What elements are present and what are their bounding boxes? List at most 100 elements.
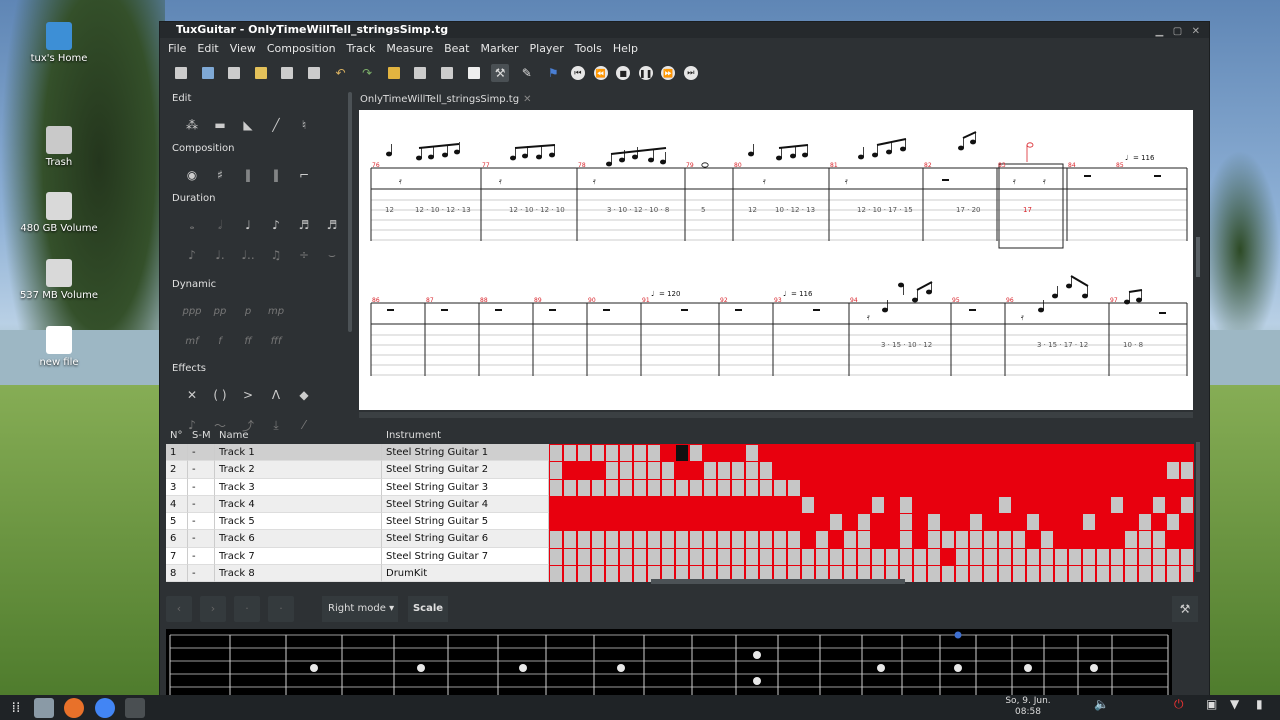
measure-cell[interactable] [1082, 514, 1095, 531]
measure-cell[interactable] [620, 479, 633, 496]
measure-cell[interactable] [942, 462, 954, 478]
track-number[interactable]: 6 [166, 530, 188, 548]
measure-cell[interactable] [1180, 496, 1193, 514]
measure-cell[interactable] [1110, 548, 1123, 566]
measure-cell[interactable] [914, 566, 927, 583]
sixty-fourth-note-icon[interactable]: ♪ [178, 248, 206, 262]
measure-cell[interactable] [578, 479, 591, 496]
measure-cell[interactable] [760, 514, 772, 530]
app-menu-grid-icon[interactable]: ⁞⁞ [6, 698, 26, 718]
measure-cell[interactable] [676, 497, 688, 513]
measure-cell[interactable] [1055, 480, 1067, 496]
measure-cell[interactable] [1027, 462, 1039, 478]
measure-cell[interactable] [956, 548, 969, 566]
whole-note-icon[interactable]: 𝅝 [178, 218, 206, 233]
measure-cell[interactable] [1152, 566, 1165, 583]
measure-cell[interactable] [578, 548, 591, 566]
dynamic-p[interactable]: p [234, 306, 262, 317]
measure-cell[interactable] [928, 566, 941, 583]
measure-cell[interactable] [928, 462, 940, 478]
measure-cell[interactable] [1181, 480, 1193, 496]
chrome-icon[interactable] [95, 698, 115, 718]
measure-cell[interactable] [1041, 497, 1053, 513]
measure-cell[interactable] [774, 514, 786, 530]
measure-cell[interactable] [984, 497, 996, 513]
measure-cell[interactable] [1153, 480, 1165, 496]
track-vertical-scrollbar[interactable] [1196, 442, 1200, 572]
measure-cell[interactable] [956, 462, 968, 478]
measure-cell[interactable] [774, 462, 786, 478]
menu-file[interactable]: File [168, 42, 186, 55]
track-name[interactable]: Track 3 [215, 478, 382, 496]
measure-cell[interactable] [704, 514, 716, 530]
measure-cell[interactable] [1111, 462, 1123, 478]
files-app-icon[interactable] [34, 698, 54, 718]
track-solo-mute[interactable]: - [188, 495, 215, 514]
track-row[interactable]: 4- Track 4 Steel String Guitar 4 [166, 495, 1194, 514]
measure-cell[interactable] [816, 445, 828, 461]
measure-cell[interactable] [634, 462, 647, 479]
score-vertical-scrollbar[interactable] [1196, 237, 1200, 277]
fretboard-next-button[interactable]: › [200, 596, 226, 622]
quarter-note-icon[interactable]: ♩ [234, 218, 262, 232]
measure-cell[interactable] [1110, 566, 1123, 583]
measure-cell[interactable] [606, 497, 618, 513]
track-row[interactable]: 6- Track 6 Steel String Guitar 6 [166, 530, 1194, 548]
measure-cell[interactable] [1013, 514, 1025, 530]
measure-cell[interactable] [802, 514, 814, 530]
measure-cell[interactable] [956, 531, 969, 548]
select-icon[interactable]: ◣ [234, 118, 262, 132]
measure-cell[interactable] [1069, 514, 1081, 530]
dynamic-ppp[interactable]: ppp [178, 306, 206, 317]
measure-grid[interactable] [549, 478, 1194, 496]
measure-cell[interactable] [1040, 531, 1053, 548]
measure-cell[interactable] [1180, 462, 1193, 479]
heavy-accent-icon[interactable]: Λ [262, 388, 290, 402]
measure-cell[interactable] [732, 479, 745, 496]
track-solo-mute[interactable]: - [188, 478, 215, 496]
measure-cell[interactable] [718, 445, 730, 461]
measure-cell[interactable] [620, 566, 633, 583]
measure-cell[interactable] [802, 480, 814, 496]
measure-cell[interactable] [592, 548, 605, 566]
accent-icon[interactable]: > [234, 388, 262, 402]
wifi-icon[interactable]: ▼ [1230, 697, 1239, 711]
track-instrument[interactable]: Steel String Guitar 3 [382, 478, 549, 496]
desktop-icon-new-file[interactable]: new file [14, 326, 104, 368]
dynamic-mf[interactable]: mf [178, 336, 206, 347]
track-row[interactable]: 5- Track 5 Steel String Guitar 5 [166, 513, 1194, 531]
measure-cell[interactable] [970, 445, 982, 461]
measure-cell[interactable] [1097, 497, 1109, 513]
measure-cell[interactable] [1166, 462, 1179, 479]
measure-cell[interactable] [942, 445, 954, 461]
measure-cell[interactable] [1083, 480, 1095, 496]
menu-beat[interactable]: Beat [444, 42, 469, 55]
measure-cell[interactable] [1013, 480, 1025, 496]
save-as-button[interactable] [252, 64, 270, 82]
track-name[interactable]: Track 2 [215, 461, 382, 479]
measure-cell[interactable] [564, 479, 577, 496]
measure-cell[interactable] [914, 548, 927, 566]
measure-cell[interactable] [970, 480, 982, 496]
measure-cell[interactable] [1097, 462, 1109, 478]
track-row[interactable]: 7- Track 7 Steel String Guitar 7 [166, 547, 1194, 566]
measure-cell[interactable] [746, 514, 758, 530]
measure-cell[interactable] [676, 462, 688, 478]
track-instrument[interactable]: Steel String Guitar 7 [382, 547, 549, 566]
natural-icon[interactable]: ♮ [290, 118, 318, 132]
measure-cell[interactable] [1138, 548, 1151, 566]
measure-cell[interactable] [1097, 480, 1109, 496]
measure-cell[interactable] [788, 479, 801, 496]
measure-cell[interactable] [1083, 531, 1095, 547]
track-name[interactable]: Track 5 [215, 513, 382, 531]
measure-cell[interactable] [914, 462, 926, 478]
measure-cell[interactable] [662, 497, 674, 513]
measure-cell[interactable] [690, 479, 703, 496]
track-row[interactable]: 2- Track 2 Steel String Guitar 2 [166, 461, 1194, 479]
measure-grid[interactable] [549, 461, 1194, 479]
measure-cell[interactable] [1167, 531, 1179, 547]
track-name[interactable]: Track 1 [215, 444, 382, 462]
measure-cell[interactable] [1082, 566, 1095, 583]
measure-cell[interactable] [620, 462, 633, 479]
track-solo-mute[interactable]: - [188, 565, 215, 583]
